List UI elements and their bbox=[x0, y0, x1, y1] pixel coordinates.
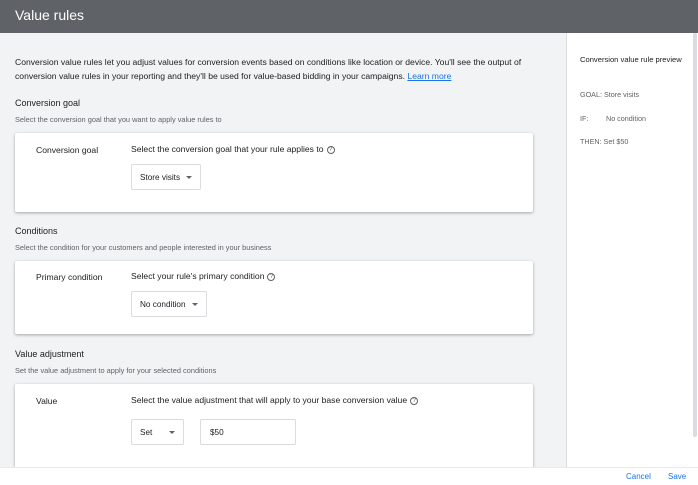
primary-condition-label: Primary condition bbox=[36, 272, 103, 282]
preview-panel: Conversion value rule preview GOAL: Stor… bbox=[566, 33, 698, 467]
cancel-button[interactable]: Cancel bbox=[626, 472, 651, 481]
learn-more-link[interactable]: Learn more bbox=[407, 71, 451, 81]
primary-condition-description-text: Select your rule's primary condition bbox=[131, 271, 265, 281]
primary-condition-selected: No condition bbox=[140, 299, 186, 309]
primary-condition-dropdown[interactable]: No condition bbox=[131, 291, 207, 317]
preview-goal: GOAL: Store visits bbox=[580, 90, 640, 99]
help-icon[interactable]: ? bbox=[410, 397, 419, 405]
conversion-goal-selected: Store visits bbox=[140, 172, 181, 182]
footer-bar: Cancel Save bbox=[0, 467, 698, 485]
conversion-goal-dropdown[interactable]: Store visits bbox=[131, 164, 202, 190]
conversion-goal-card: Conversion goal Select the conversion go… bbox=[15, 133, 533, 212]
section-title-conditions: Conditions bbox=[15, 226, 58, 236]
preview-if-value: No condition bbox=[606, 114, 646, 123]
main-content: Conversion value rules let you adjust va… bbox=[0, 33, 566, 467]
section-title-value-adjustment: Value adjustment bbox=[15, 349, 84, 359]
caret-down-icon bbox=[191, 302, 198, 306]
preview-then: THEN: Set $50 bbox=[580, 137, 629, 146]
help-icon[interactable]: ? bbox=[267, 273, 276, 281]
primary-condition-description: Select your rule's primary condition? bbox=[131, 271, 276, 281]
value-adjustment-card: Value Select the value adjustment that w… bbox=[15, 384, 533, 467]
section-title-conversion-goal: Conversion goal bbox=[15, 98, 81, 108]
caret-down-icon bbox=[186, 175, 193, 179]
section-subtitle-value-adjustment: Set the value adjustment to apply for yo… bbox=[15, 366, 217, 375]
top-bar: Value rules bbox=[0, 0, 698, 33]
conversion-goal-description-text: Select the conversion goal that your rul… bbox=[131, 144, 324, 154]
value-adjustment-description-text: Select the value adjustment that will ap… bbox=[131, 395, 408, 405]
value-adjustment-description: Select the value adjustment that will ap… bbox=[131, 395, 419, 405]
value-operation-selected: Set bbox=[140, 427, 153, 437]
page-title: Value rules bbox=[15, 7, 85, 23]
caret-down-icon bbox=[169, 430, 175, 434]
preview-if-label: IF: bbox=[580, 114, 589, 123]
value-operation-dropdown[interactable]: Set bbox=[131, 419, 184, 445]
conversion-goal-description: Select the conversion goal that your rul… bbox=[131, 144, 335, 154]
intro-text: Conversion value rules let you adjust va… bbox=[15, 55, 535, 83]
section-subtitle-conversion-goal: Select the conversion goal that you want… bbox=[15, 115, 222, 124]
preview-title: Conversion value rule preview bbox=[580, 55, 682, 64]
help-icon[interactable]: ? bbox=[326, 146, 335, 154]
value-amount-text: $50 bbox=[210, 427, 224, 437]
value-amount-input[interactable]: $50 bbox=[200, 419, 296, 445]
conversion-goal-label: Conversion goal bbox=[36, 145, 99, 155]
preview-if: IF: No condition bbox=[580, 114, 646, 123]
save-button[interactable]: Save bbox=[668, 472, 686, 481]
primary-condition-card: Primary condition Select your rule's pri… bbox=[15, 261, 533, 334]
section-subtitle-conditions: Select the condition for your customers … bbox=[15, 243, 272, 252]
value-label: Value bbox=[36, 396, 58, 406]
scrollbar[interactable] bbox=[693, 33, 697, 437]
